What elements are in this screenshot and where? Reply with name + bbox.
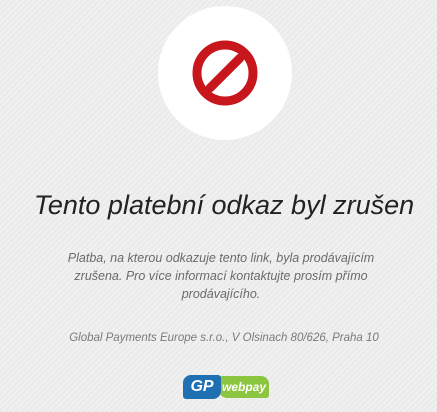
page-title: Tento platební odkaz byl zrušen bbox=[33, 190, 415, 220]
status-icon-circle bbox=[158, 6, 292, 140]
company-address: Global Payments Europe s.r.o., V Olsinac… bbox=[69, 332, 379, 344]
prohibited-icon bbox=[192, 40, 258, 106]
gp-webpay-logo: webpay GP bbox=[183, 375, 269, 399]
logo-gp-part: GP bbox=[183, 375, 221, 399]
logo-webpay-part: webpay bbox=[219, 376, 269, 398]
cancel-message: Platba, na kterou odkazuje tento link, b… bbox=[67, 251, 375, 301]
error-page: Tento platební odkaz byl zrušen Platba, … bbox=[0, 0, 437, 412]
